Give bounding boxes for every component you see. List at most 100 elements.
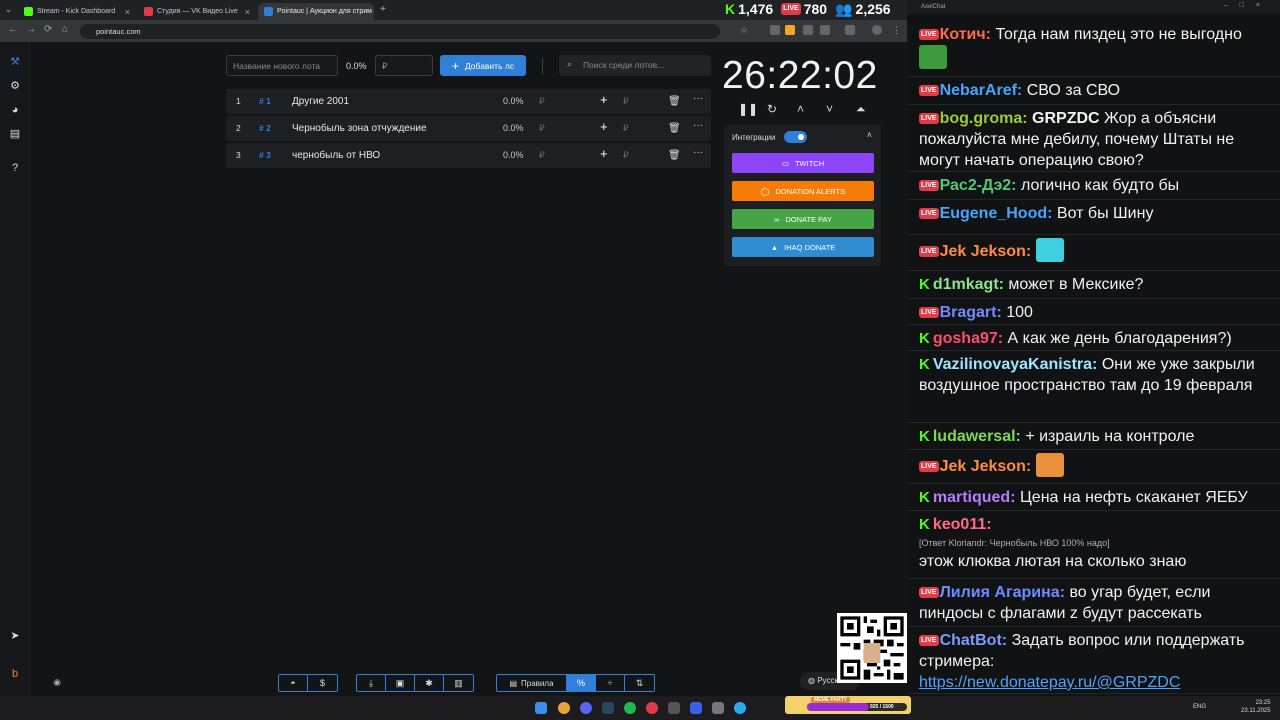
chat-nickname[interactable]: ludawersal:	[933, 428, 1021, 445]
lot-search-input[interactable]: ⌕ Поиск среди лотов...	[559, 55, 711, 76]
chat-nickname[interactable]: NebarAref:	[940, 82, 1023, 99]
lot-add-field[interactable]: ₽	[623, 123, 629, 134]
wheel-icon[interactable]: ◕	[9, 104, 21, 116]
chat-nickname[interactable]: ChatBot:	[940, 632, 1008, 649]
chat-nickname[interactable]: Котич:	[940, 26, 991, 43]
chat-nickname[interactable]: d1mkagt:	[933, 276, 1004, 293]
back-icon[interactable]: ←	[8, 24, 18, 35]
save-icon[interactable]: ▣	[386, 675, 415, 691]
tab-list-icon[interactable]: ⌄	[5, 5, 12, 14]
chat-nickname[interactable]: bog.groma:	[940, 110, 1028, 127]
telegram-icon[interactable]: ➤	[9, 630, 21, 642]
ihaq-donate-button[interactable]: ▲ IHAQ DONATE	[732, 237, 874, 257]
menu-icon[interactable]: ⋮	[892, 25, 902, 35]
profile-icon[interactable]	[872, 25, 882, 35]
add-amount-icon[interactable]: +	[600, 92, 608, 107]
chat-nickname[interactable]: martiqued:	[933, 489, 1016, 506]
help-icon[interactable]: ?	[9, 162, 21, 174]
discord-icon[interactable]	[580, 702, 592, 714]
chat-nickname[interactable]: VazilinovayaKanistra:	[933, 356, 1098, 373]
integrations-toggle[interactable]	[784, 131, 807, 143]
more-icon[interactable]: ···	[693, 120, 703, 131]
more-icon[interactable]: ···	[693, 147, 703, 158]
double-up-icon[interactable]: ⏶	[856, 102, 866, 117]
lot-amount-field[interactable]: ₽	[539, 96, 545, 107]
history-icon[interactable]: ▤	[9, 128, 21, 140]
new-lot-input[interactable]: Название нового лота	[226, 55, 338, 76]
chat-nickname[interactable]: Jek Jekson:	[940, 243, 1032, 260]
more-icon[interactable]: ···	[693, 93, 703, 104]
close-icon[interactable]: ×	[125, 7, 130, 17]
add-lot-button[interactable]: + Добавить лс	[440, 55, 526, 76]
split-icon[interactable]: ÷	[596, 675, 625, 691]
window-controls[interactable]: –□×	[1224, 2, 1272, 9]
archive-icon[interactable]: ▥	[444, 675, 473, 691]
restart-icon[interactable]: ↻	[767, 102, 777, 116]
forward-icon[interactable]: →	[26, 24, 36, 35]
chat-link[interactable]: https://new.donatepay.ru/@GRPZDC	[919, 674, 1180, 691]
app-icon[interactable]	[712, 702, 724, 714]
download-icon[interactable]: ⤓	[357, 675, 386, 691]
sort-icon[interactable]: ⇅	[625, 675, 654, 691]
lot-add-field[interactable]: ₽	[623, 150, 629, 161]
trash-icon[interactable]: 🗑	[668, 150, 681, 161]
lot-id[interactable]: # 2	[259, 123, 271, 133]
star-icon[interactable]: ☆	[740, 25, 750, 35]
spotify-icon[interactable]	[624, 702, 636, 714]
lot-name[interactable]: Другие 2001	[292, 96, 349, 107]
add-amount-icon[interactable]: +	[600, 119, 608, 134]
extension-icon[interactable]	[785, 25, 795, 35]
extension-icon[interactable]	[770, 25, 780, 35]
close-icon[interactable]: ×	[245, 7, 250, 17]
steam-icon[interactable]	[602, 702, 614, 714]
lot-id[interactable]: # 1	[259, 96, 271, 106]
chat-nickname[interactable]: Bragart:	[940, 304, 1002, 321]
trash-icon[interactable]: 🗑	[668, 123, 681, 134]
chat-nickname[interactable]: gosha97:	[933, 330, 1003, 347]
amount-input[interactable]: ₽	[375, 55, 433, 76]
lot-name[interactable]: Чернобыль зона отчуждение	[292, 123, 427, 134]
lot-add-field[interactable]: ₽	[623, 96, 629, 107]
lot-name[interactable]: чернобыль от НВО	[292, 150, 380, 161]
lot-id[interactable]: # 3	[259, 150, 271, 160]
app-icon[interactable]	[668, 702, 680, 714]
trash-icon[interactable]: 🗑	[668, 96, 681, 107]
telegram-icon[interactable]	[734, 702, 746, 714]
add-amount-icon[interactable]: +	[600, 146, 608, 161]
tab-vk-studio[interactable]: Студия — VK Видео Live ×	[138, 3, 256, 20]
chat-nickname[interactable]: Рас2-Дэ2:	[940, 177, 1017, 194]
new-tab-icon[interactable]: +	[380, 4, 386, 15]
auction-hammer-icon[interactable]: ⚒	[9, 56, 21, 68]
chevron-down-icon[interactable]: ˅	[826, 102, 833, 116]
clock[interactable]: 23:25 23.11.2025	[1241, 699, 1271, 715]
chevron-up-icon[interactable]: ˄	[797, 102, 804, 116]
chevron-up-icon[interactable]: ˄	[867, 130, 872, 140]
pause-icon[interactable]: ❚❚	[738, 102, 758, 116]
home-icon[interactable]: ⌂	[62, 24, 68, 35]
lot-amount-field[interactable]: ₽	[539, 150, 545, 161]
puzzle-icon[interactable]	[820, 25, 830, 35]
donation-alerts-button[interactable]: ◯ DONATION ALERTS	[732, 181, 874, 201]
settings-icon[interactable]: ⚙	[9, 80, 21, 92]
dollar-icon[interactable]: $	[308, 675, 337, 691]
obs-icon[interactable]	[646, 702, 658, 714]
chrome-icon[interactable]	[558, 702, 570, 714]
chat-nickname[interactable]: Лилия Агарина:	[940, 584, 1065, 601]
github-icon[interactable]: ◓	[279, 675, 308, 691]
chat-nickname[interactable]: Jek Jekson:	[940, 458, 1032, 475]
tab-kick-dashboard[interactable]: Stream - Kick Dashboard ×	[18, 3, 136, 20]
bug-icon[interactable]: ✱	[415, 675, 444, 691]
tab-pointauc[interactable]: Pointauc | Аукцион для стрим ×	[258, 3, 374, 20]
chat-nickname[interactable]: Eugene_Hood:	[940, 205, 1053, 222]
app-icon[interactable]	[690, 702, 702, 714]
windows-start-icon[interactable]	[535, 702, 547, 714]
eye-icon[interactable]: ◉	[51, 676, 63, 688]
twitch-button[interactable]: ▭ TWITCH	[732, 153, 874, 173]
url-field[interactable]: pointauc.com	[80, 24, 720, 39]
percent-toggle[interactable]: %	[567, 675, 596, 691]
input-language[interactable]: ENG	[1193, 704, 1206, 710]
chat-nickname[interactable]: keo011:	[933, 516, 992, 533]
rules-button[interactable]: ▤ Правила	[497, 675, 567, 691]
boosty-icon[interactable]: b	[9, 668, 21, 680]
extension-icon[interactable]	[803, 25, 813, 35]
